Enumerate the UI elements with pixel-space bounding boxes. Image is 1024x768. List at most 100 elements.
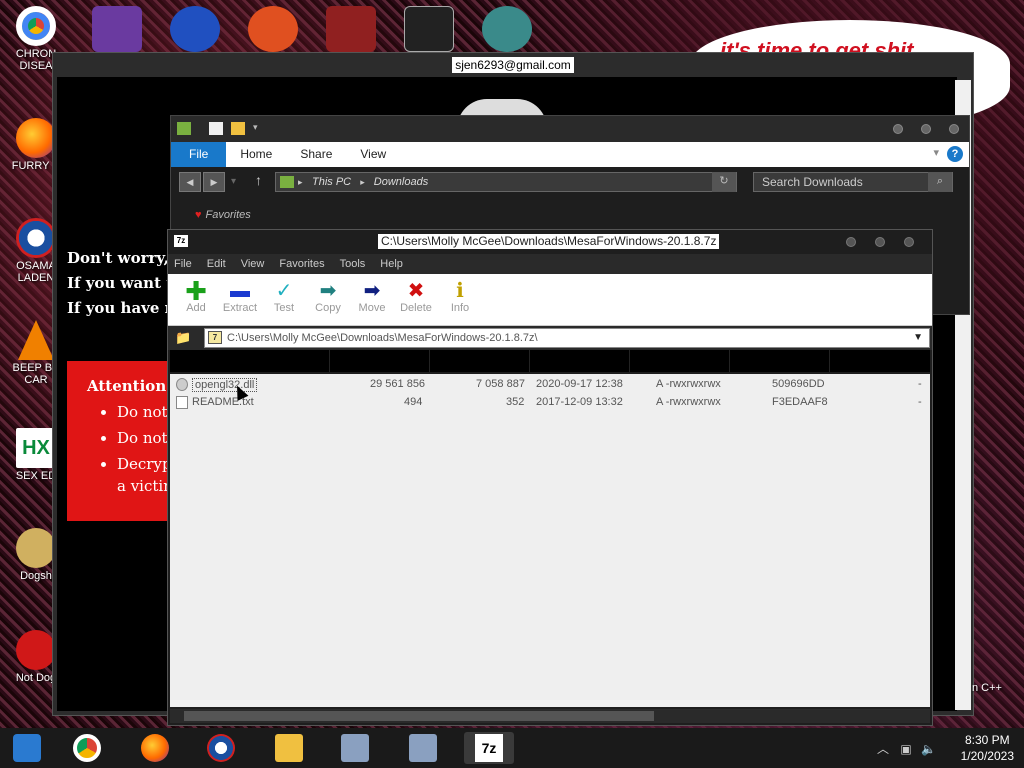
table-row[interactable]: README.txt 494 352 2017-12-09 13:32 A -r… bbox=[170, 394, 930, 412]
forward-button[interactable]: ▶ bbox=[203, 172, 225, 192]
app-icon-2[interactable] bbox=[170, 6, 220, 52]
properties-icon[interactable] bbox=[209, 122, 223, 135]
table-row[interactable]: opengl32.dll 29 561 856 7 058 887 2020-0… bbox=[170, 376, 930, 394]
tab-file[interactable]: File bbox=[171, 142, 227, 167]
menu-view[interactable]: View bbox=[241, 254, 265, 274]
7zip-titlebar: 7z C:\Users\Molly McGee\Downloads\MesaFo… bbox=[168, 230, 932, 254]
test-button[interactable]: ✓ Test bbox=[262, 274, 306, 325]
breadcrumb-sep-icon: ▸ bbox=[360, 177, 365, 187]
delete-button[interactable]: ✖ Delete bbox=[394, 274, 438, 325]
ransom-line: Don't worry,y bbox=[67, 249, 178, 267]
folder-icon bbox=[177, 122, 191, 135]
file-crc: 509696DD bbox=[772, 378, 825, 390]
search-input[interactable]: Search Downloads ⌕ bbox=[753, 172, 953, 192]
column-header-extra[interactable] bbox=[830, 350, 930, 372]
chevron-down-icon[interactable]: ▼ bbox=[913, 329, 923, 347]
help-icon[interactable]: ? bbox=[947, 146, 963, 162]
network-icon[interactable]: ▣ bbox=[900, 742, 911, 756]
taskbar-app-installer-1[interactable] bbox=[330, 732, 380, 764]
cmd-icon[interactable] bbox=[404, 6, 454, 52]
folder-icon bbox=[280, 176, 294, 188]
info-button[interactable]: ℹ Info bbox=[438, 274, 482, 325]
copy-label: Copy bbox=[315, 302, 341, 314]
breadcrumb-this-pc[interactable]: This PC bbox=[312, 176, 351, 188]
customize-toolbar-icon[interactable]: ▾ bbox=[253, 122, 258, 133]
taskbar-app-installer-2[interactable] bbox=[398, 732, 448, 764]
new-folder-icon[interactable] bbox=[231, 122, 245, 135]
extract-button[interactable]: ▬ Extract bbox=[218, 274, 262, 325]
desktop-icon-label: SEX ED bbox=[15, 470, 57, 482]
clock[interactable]: 8:30 PM 1/20/2023 bbox=[961, 732, 1014, 764]
chrome-icon bbox=[73, 734, 101, 762]
file-crc: F3EDAAF8 bbox=[772, 396, 828, 408]
close-button[interactable] bbox=[904, 237, 914, 247]
menu-favorites[interactable]: Favorites bbox=[279, 254, 324, 274]
maximize-button[interactable] bbox=[875, 237, 885, 247]
taskbar-firefox[interactable] bbox=[130, 732, 180, 764]
taskbar-7zip[interactable]: 7z bbox=[464, 732, 514, 764]
menu-help[interactable]: Help bbox=[380, 254, 403, 274]
obama-logo-icon bbox=[207, 734, 235, 762]
info-icon: ℹ bbox=[456, 280, 464, 302]
tab-home[interactable]: Home bbox=[226, 142, 286, 167]
favorites-item[interactable]: ♥ Favorites bbox=[195, 209, 251, 221]
delete-label: Delete bbox=[400, 302, 432, 314]
taskbar-file-explorer[interactable] bbox=[264, 732, 314, 764]
minimize-button[interactable] bbox=[893, 124, 903, 134]
taskbar-chrome[interactable] bbox=[62, 732, 112, 764]
up-arrow-icon[interactable]: ↑ bbox=[255, 172, 262, 188]
back-button[interactable]: ◀ bbox=[179, 172, 201, 192]
volume-icon[interactable]: 🔈 bbox=[921, 742, 936, 756]
search-icon[interactable]: ⌕ bbox=[928, 172, 952, 192]
ribbon-tabs: File Home Share View ▾ ? bbox=[171, 142, 969, 167]
arrow-right-icon: ➡ bbox=[363, 280, 381, 302]
tab-view[interactable]: View bbox=[346, 142, 400, 167]
breadcrumb-sep-icon: ▸ bbox=[298, 177, 303, 187]
maximize-button[interactable] bbox=[921, 124, 931, 134]
column-header-size[interactable] bbox=[330, 350, 430, 372]
column-header-modified[interactable] bbox=[530, 350, 630, 372]
horizontal-scrollbar[interactable] bbox=[170, 709, 930, 723]
column-header-crc[interactable] bbox=[730, 350, 830, 372]
recent-locations-icon[interactable]: ▾ bbox=[231, 176, 236, 187]
ransom-line: If you want to bbox=[67, 274, 184, 292]
7zip-icon: 7z bbox=[475, 734, 503, 762]
menu-file[interactable]: File bbox=[174, 254, 192, 274]
refresh-icon[interactable]: ↻ bbox=[712, 172, 736, 192]
visual-studio-icon[interactable] bbox=[92, 6, 142, 52]
file-size: 29 561 856 bbox=[370, 378, 426, 390]
test-label: Test bbox=[273, 302, 295, 314]
dev-cpp-label-right: n C++ bbox=[972, 682, 1002, 694]
path-input[interactable]: 7 C:\Users\Molly McGee\Downloads\MesaFor… bbox=[204, 328, 930, 348]
tab-share[interactable]: Share bbox=[286, 142, 346, 167]
move-button[interactable]: ➡ Move bbox=[350, 274, 394, 325]
app-icon-p[interactable] bbox=[248, 6, 298, 52]
dog-icon bbox=[16, 528, 56, 568]
chevron-down-icon[interactable]: ▾ bbox=[933, 146, 939, 159]
up-folder-icon[interactable]: 📁 bbox=[175, 330, 191, 346]
taskbar-app-1[interactable] bbox=[2, 732, 52, 764]
close-button[interactable] bbox=[949, 124, 959, 134]
add-button[interactable]: ✚ Add bbox=[174, 274, 218, 325]
desktop-icon-label: CHRON DISEA bbox=[15, 48, 57, 72]
menu-edit[interactable]: Edit bbox=[207, 254, 226, 274]
path-text: C:\Users\Molly McGee\Downloads\MesaForWi… bbox=[227, 332, 538, 344]
file-packed: 7 058 887 bbox=[476, 378, 525, 390]
app-icon-red[interactable] bbox=[326, 6, 376, 52]
path-row: 📁 7 C:\Users\Molly McGee\Downloads\MesaF… bbox=[168, 326, 932, 350]
minimize-button[interactable] bbox=[846, 237, 856, 247]
column-header-attributes[interactable] bbox=[630, 350, 730, 372]
column-header-name[interactable] bbox=[170, 350, 330, 372]
7zip-taskbar-label: 7z bbox=[481, 740, 497, 756]
breadcrumb-downloads[interactable]: Downloads bbox=[374, 176, 428, 188]
dev-cpp-icon bbox=[16, 630, 56, 670]
address-bar[interactable]: ▸ This PC ▸ Downloads ↻ bbox=[275, 172, 737, 192]
copy-button[interactable]: ➡ Copy bbox=[306, 274, 350, 325]
taskbar-obama[interactable] bbox=[196, 732, 246, 764]
app-icon-globe[interactable] bbox=[482, 6, 532, 52]
clock-time: 8:30 PM bbox=[964, 733, 1010, 747]
column-header-packed[interactable] bbox=[430, 350, 530, 372]
show-hidden-icons-icon[interactable]: ︿ bbox=[877, 742, 889, 756]
menu-tools[interactable]: Tools bbox=[340, 254, 366, 274]
scrollbar-thumb[interactable] bbox=[184, 711, 654, 721]
